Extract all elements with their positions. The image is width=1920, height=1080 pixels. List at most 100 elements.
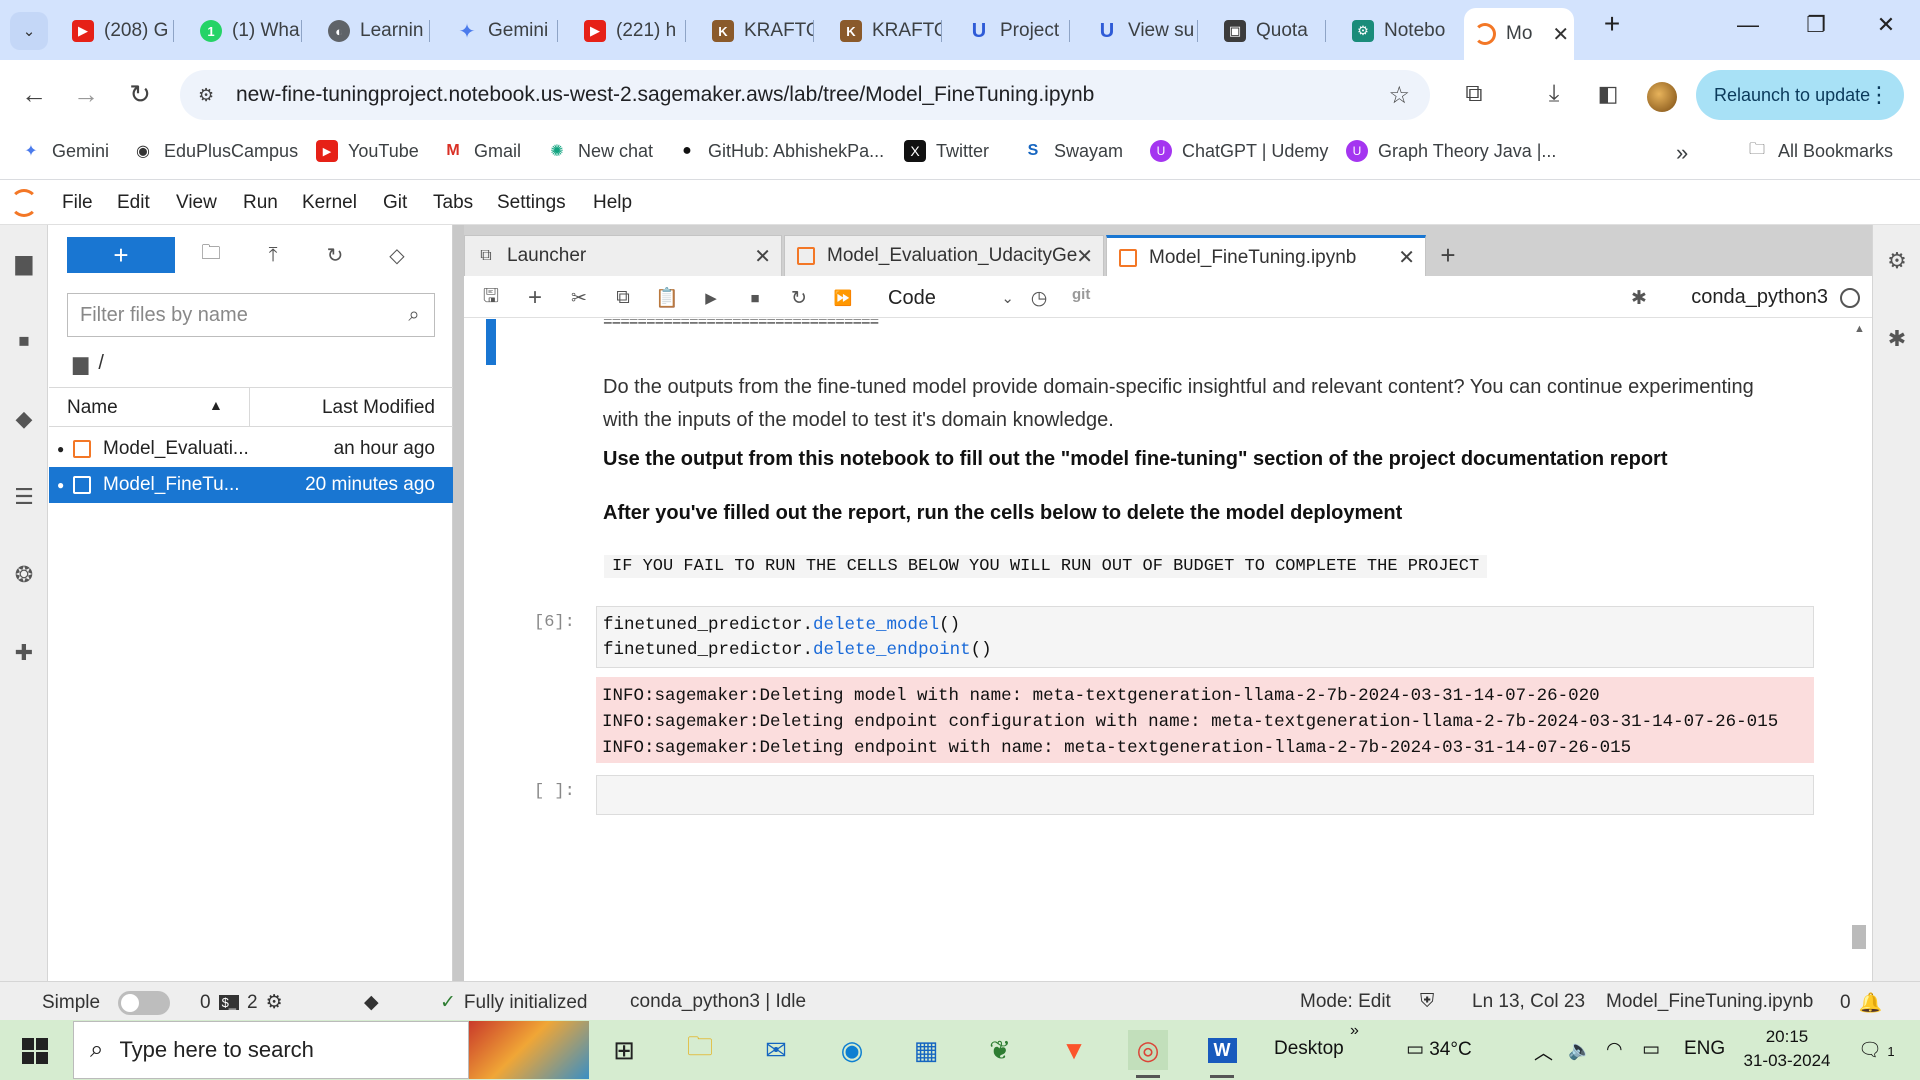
bookmark-item[interactable]: X Twitter xyxy=(904,140,989,162)
simple-mode[interactable]: Simple xyxy=(42,991,171,1015)
code-cell-input[interactable]: finetuned_predictor.delete_model() finet… xyxy=(596,606,1814,668)
browser-tab-active[interactable]: Mo ✕ xyxy=(1464,8,1574,60)
task-view-icon[interactable]: ⊞ xyxy=(604,1030,644,1070)
tab-launcher[interactable]: ⧉ Launcher ✕ xyxy=(464,235,782,276)
bookmark-item[interactable]: S Swayam xyxy=(1022,140,1123,162)
input-language[interactable]: ENG xyxy=(1684,1038,1725,1060)
breadcrumb-root[interactable]: / xyxy=(98,352,104,375)
close-icon[interactable]: ✕ xyxy=(1398,245,1415,270)
new-folder-icon[interactable]: 🗀 xyxy=(197,241,225,269)
table-of-contents-icon[interactable]: ☰ xyxy=(10,483,38,511)
cursor-position[interactable]: Ln 13, Col 23 xyxy=(1472,991,1585,1013)
bookmark-item[interactable]: ● GitHub: AbhishekPa... xyxy=(676,140,884,162)
more-bookmarks-icon[interactable]: » xyxy=(1676,140,1688,166)
bookmark-item[interactable]: ✦ Gemini xyxy=(20,140,109,162)
wifi-icon[interactable]: ◠ xyxy=(1606,1038,1623,1061)
upload-icon[interactable]: ⤒ xyxy=(259,241,287,269)
insert-cell-icon[interactable]: + xyxy=(522,284,548,311)
refresh-icon[interactable]: ↻ xyxy=(321,241,349,269)
file-row[interactable]: ● Model_Evaluati... an hour ago xyxy=(49,431,453,467)
chrome-icon[interactable]: ◎ xyxy=(1128,1030,1168,1078)
cut-icon[interactable]: ✂ xyxy=(566,285,592,311)
menu-kernel[interactable]: Kernel xyxy=(302,192,357,214)
relaunch-button[interactable]: Relaunch to update ⋮ xyxy=(1696,70,1904,120)
browser-tab[interactable]: ▶ (221) h xyxy=(574,12,686,50)
browser-tab[interactable]: ✦ Gemini xyxy=(446,12,558,50)
word-icon[interactable]: W xyxy=(1202,1030,1242,1078)
volume-icon[interactable]: 🔈 xyxy=(1568,1038,1592,1062)
battery-icon[interactable]: ▭ xyxy=(1642,1038,1660,1061)
download-icon[interactable]: ⤓ xyxy=(1536,76,1572,112)
copy-icon[interactable]: ⧉ xyxy=(610,285,636,311)
desktop-toolbar[interactable]: Desktop xyxy=(1274,1038,1344,1060)
empty-code-cell[interactable] xyxy=(596,775,1814,815)
browser-tab[interactable]: ◐ Learnin xyxy=(318,12,430,50)
menu-view[interactable]: View xyxy=(176,192,217,214)
show-hidden-icons-icon[interactable]: ︿ xyxy=(1534,1038,1553,1065)
cell-type-select[interactable]: Code ⌄ xyxy=(888,283,1014,313)
bookmark-item[interactable]: M Gmail xyxy=(442,140,521,162)
browser-tab[interactable]: ▶ (208) G xyxy=(62,12,174,50)
panel-resize-handle[interactable] xyxy=(453,225,464,1020)
filter-files[interactable]: ⌕ xyxy=(67,293,435,337)
menu-help[interactable]: Help xyxy=(593,192,632,214)
reload-icon[interactable]: ↻ xyxy=(122,76,158,112)
file-row-selected[interactable]: ● Model_FineTu... 20 minutes ago xyxy=(49,467,453,503)
browser-tab[interactable]: U View su xyxy=(1086,12,1198,50)
running-kernels-icon[interactable]: ⏹ xyxy=(10,327,38,355)
brave-icon[interactable]: ▼ xyxy=(1054,1030,1094,1070)
git-status-icon[interactable]: ◆ xyxy=(364,991,379,1014)
tab-search-dropdown-icon[interactable]: ⌄ xyxy=(10,12,48,50)
search-highlight-image[interactable] xyxy=(469,1021,589,1079)
terminals-count[interactable]: 0 $_ 2 ⚙ xyxy=(200,991,283,1014)
restore-icon[interactable]: ❐ xyxy=(1796,12,1836,38)
debugger-bug-icon[interactable]: ✱ xyxy=(1626,285,1652,311)
address-bar[interactable]: ⚙ new-fine-tuningproject.notebook.us-wes… xyxy=(180,70,1430,120)
edge-icon[interactable]: ◉ xyxy=(832,1030,872,1070)
column-modified-header[interactable]: Last Modified xyxy=(322,397,435,419)
url-text[interactable]: new-fine-tuningproject.notebook.us-west-… xyxy=(236,83,1094,107)
bookmark-item[interactable]: ◉ EduPlusCampus xyxy=(132,140,298,162)
git-icon[interactable]: ◆ xyxy=(10,405,38,433)
run-icon[interactable]: ▶ xyxy=(698,285,724,311)
minimize-icon[interactable]: — xyxy=(1728,12,1768,38)
weather[interactable]: ▭ 34°C xyxy=(1406,1038,1472,1061)
menu-edit[interactable]: Edit xyxy=(117,192,150,214)
menu-tabs[interactable]: Tabs xyxy=(433,192,473,214)
restart-run-all-icon[interactable]: ⏩ xyxy=(830,285,856,311)
browser-tab[interactable]: ⚙ Notebo xyxy=(1342,12,1454,50)
menu-file[interactable]: File xyxy=(62,192,93,214)
bookmark-star-icon[interactable]: ☆ xyxy=(1388,81,1410,110)
bookmark-item[interactable]: U Graph Theory Java |... xyxy=(1346,140,1556,162)
close-icon[interactable]: ✕ xyxy=(754,244,771,269)
history-clock-icon[interactable]: ◷ xyxy=(1026,285,1052,311)
profile-avatar[interactable] xyxy=(1647,82,1677,112)
git-clone-icon[interactable]: ◇ xyxy=(383,241,411,269)
close-icon[interactable]: ✕ xyxy=(1076,244,1093,269)
site-settings-icon[interactable]: ⚙ xyxy=(198,85,222,106)
toolbar-expand-icon[interactable]: » xyxy=(1350,1022,1359,1040)
bookmark-item[interactable]: U ChatGPT | Udemy xyxy=(1150,140,1328,162)
file-explorer-icon[interactable]: 🗀 xyxy=(680,1030,720,1070)
tab-model-evaluation[interactable]: Model_Evaluation_UdacityGe ✕ xyxy=(784,235,1104,276)
git-diff-button[interactable]: git xyxy=(1072,286,1090,303)
browser-tab[interactable]: K KRAFTO xyxy=(702,12,814,50)
breadcrumb[interactable]: ▆ / xyxy=(73,351,104,376)
close-window-icon[interactable]: ✕ xyxy=(1866,12,1906,38)
debugger-icon[interactable]: ✱ xyxy=(1883,325,1911,353)
simple-mode-toggle[interactable] xyxy=(118,991,171,1015)
sagemaker-brain-icon[interactable]: ❂ xyxy=(10,561,38,589)
scrollbar-thumb[interactable] xyxy=(1852,925,1866,949)
extensions-icon[interactable]: ⧉ xyxy=(1456,76,1492,112)
browser-tab[interactable]: 1 (1) Wha xyxy=(190,12,302,50)
side-panel-icon[interactable]: ◧ xyxy=(1590,76,1626,112)
menu-run[interactable]: Run xyxy=(243,192,278,214)
lsp-status[interactable]: ✓ Fully initialized xyxy=(440,991,587,1014)
stop-icon[interactable]: ■ xyxy=(742,285,768,311)
bookmark-item[interactable]: ▶ YouTube xyxy=(316,140,419,162)
mail-icon[interactable]: ✉ xyxy=(756,1030,796,1070)
scroll-up-icon[interactable]: ▲ xyxy=(1854,323,1865,335)
menu-git[interactable]: Git xyxy=(383,192,407,214)
new-tab-icon[interactable]: + xyxy=(1592,8,1632,40)
close-tab-icon[interactable]: ✕ xyxy=(1552,22,1569,47)
